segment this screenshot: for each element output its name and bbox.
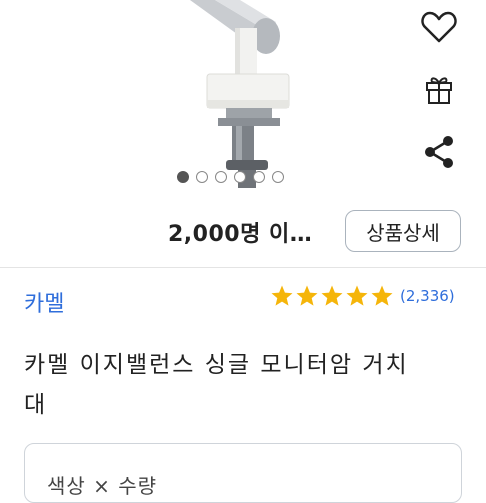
divider <box>0 267 486 268</box>
review-count[interactable]: (2,336) <box>400 287 455 305</box>
options-label: 색상 × 수량 <box>47 474 158 498</box>
carousel-dot[interactable] <box>215 171 227 183</box>
star-icon <box>346 285 368 306</box>
star-icon <box>321 285 343 306</box>
product-detail-button[interactable]: 상품상세 <box>345 210 461 252</box>
carousel-dot[interactable] <box>253 171 265 183</box>
carousel-dot[interactable] <box>177 171 189 183</box>
share-button[interactable] <box>416 131 462 177</box>
rating[interactable]: (2,336) <box>270 284 455 308</box>
share-icon <box>423 135 455 173</box>
options-selector[interactable]: 색상 × 수량 <box>24 443 462 503</box>
product-title: 카멜 이지밸런스 싱글 모니터암 거치대 <box>24 352 409 418</box>
gift-button[interactable] <box>416 68 462 114</box>
star-rating <box>270 284 394 308</box>
wishlist-button[interactable] <box>416 6 462 52</box>
brand-link[interactable]: 카멜 <box>24 286 64 318</box>
carousel-dot[interactable] <box>196 171 208 183</box>
heart-icon <box>421 10 457 48</box>
carousel-indicator <box>177 171 284 183</box>
carousel-dot[interactable] <box>272 171 284 183</box>
star-icon <box>271 285 293 306</box>
product-image[interactable] <box>0 0 486 200</box>
star-icon <box>371 285 393 306</box>
star-icon <box>296 285 318 306</box>
carousel-dot[interactable] <box>234 171 246 183</box>
purchase-stats: 2,000명 이… <box>168 222 313 247</box>
gift-icon <box>424 73 454 109</box>
